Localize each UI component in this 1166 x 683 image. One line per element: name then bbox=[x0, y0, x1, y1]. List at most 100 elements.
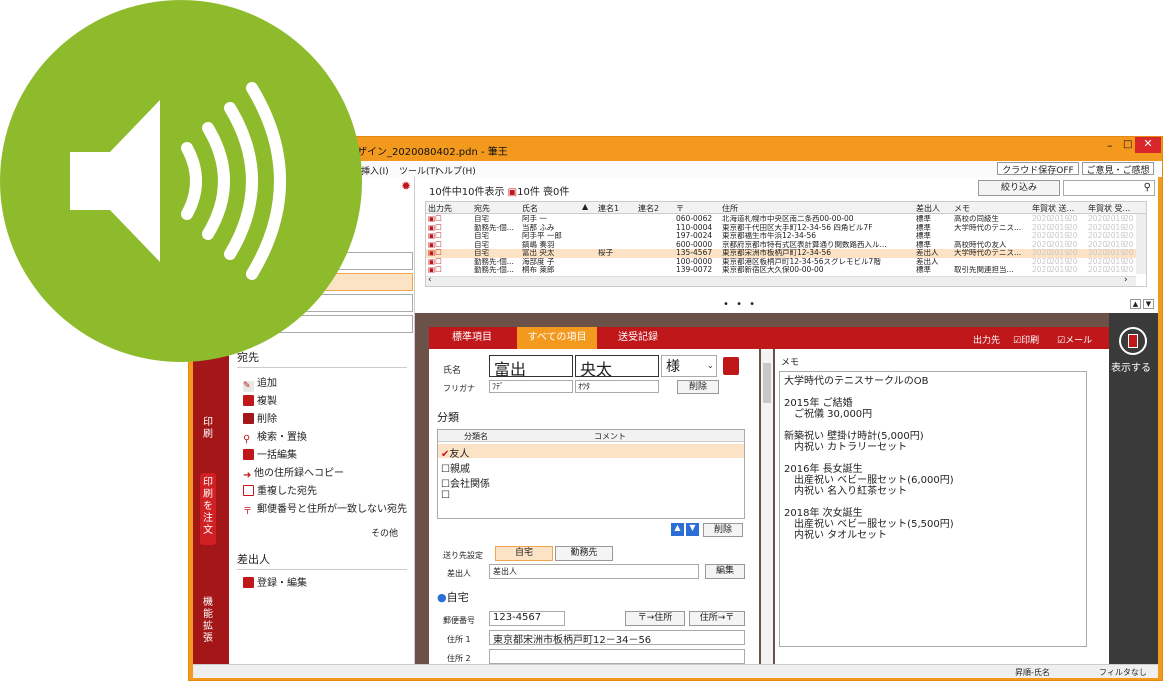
given-name-field[interactable]: 央太 bbox=[575, 355, 659, 379]
mail-check[interactable]: ☑メール bbox=[1057, 333, 1092, 346]
addr2-field[interactable] bbox=[489, 649, 745, 664]
feedback-button[interactable]: ご意見・ご感想 bbox=[1082, 162, 1154, 176]
tab-history[interactable]: 送受記録 bbox=[599, 327, 677, 349]
close-button[interactable]: ✕ bbox=[1135, 137, 1161, 153]
addr1-field[interactable]: 東京都宋洲市板柄戸町12－34－56 bbox=[489, 630, 745, 646]
row-sender: 標準 bbox=[916, 232, 931, 240]
sidebar-item-duplicates[interactable]: 重複した宛先 bbox=[243, 482, 317, 497]
bunrui-item-company[interactable]: ☐会社関係 bbox=[438, 474, 744, 490]
search-input[interactable]: ⚲ bbox=[1063, 180, 1155, 196]
scroll-left-icon[interactable]: ‹ bbox=[428, 275, 432, 285]
row-year: 2019 bbox=[1050, 240, 1070, 249]
table-row[interactable]: ▣☐ 自宅 富出 央太 桜子 135-4567 東京都宋洲市板柄戸町12-34-56 差出人… bbox=[426, 249, 1136, 258]
sidebar-item-label: 複製 bbox=[257, 396, 277, 407]
table-row[interactable]: ▣☐ 勤務先-個... 桐布 萊郎 139-0072 東京都新宿区大久保00-00-00… bbox=[426, 266, 1136, 275]
send-home-button[interactable]: 自宅 bbox=[495, 546, 553, 561]
sidebar-item-sender-edit[interactable]: 登録・編集 bbox=[243, 574, 307, 589]
print-check[interactable]: ☑印刷 bbox=[1013, 333, 1039, 346]
sidebar-item-mismatch[interactable]: 〒郵便番号と住所が一致しない宛先 bbox=[243, 500, 407, 517]
output-label: 出力先 bbox=[973, 336, 1001, 346]
sidebar-item-copy[interactable]: ➜ 他の住所録へコピー bbox=[243, 464, 344, 481]
sidebar-item-bulk-edit[interactable]: 一括編集 bbox=[243, 446, 297, 461]
sonota-link[interactable]: その他 bbox=[371, 526, 398, 539]
filter-button[interactable]: 絞り込み bbox=[978, 180, 1060, 196]
delete-button[interactable]: 削除 bbox=[677, 380, 719, 394]
col-renmei2[interactable]: 連名2 bbox=[638, 203, 659, 214]
move-up-button[interactable]: ▲ bbox=[671, 523, 684, 536]
table-row[interactable]: ▣☐ 自宅 鎬嶋 奏羽 600-0000 京都府京都市特有式区表計算通り関数路西入ル..… bbox=[426, 241, 1136, 250]
row-addr: 東京都港区板柄戸町12-34-56スグレモビル7階 bbox=[722, 257, 881, 266]
table-hscroll[interactable]: ‹ › bbox=[426, 275, 1136, 286]
col-output[interactable]: 出力先 bbox=[428, 203, 452, 214]
cloud-save-button[interactable]: クラウド保存OFF bbox=[997, 162, 1079, 176]
row-year: 2020 bbox=[1088, 232, 1108, 240]
tab-order-print[interactable]: 印刷を注文 bbox=[200, 473, 216, 545]
sidebar-item-delete[interactable]: 削除 bbox=[243, 410, 277, 425]
sidebar-item-search-replace[interactable]: ⚲ 検索・置換 bbox=[243, 428, 307, 445]
menu-help[interactable]: ヘルプ(H) bbox=[435, 164, 476, 177]
table-scrollbar[interactable] bbox=[1136, 214, 1146, 274]
sidebar-item-label: 検索・置換 bbox=[257, 432, 307, 443]
col-name[interactable]: 氏名 bbox=[522, 203, 538, 214]
memo-line: 内祝い カトラリーセット bbox=[794, 442, 908, 453]
duplicate-icon bbox=[243, 395, 254, 406]
menu-tools[interactable]: ツール(T) bbox=[399, 164, 439, 177]
tab-all-items[interactable]: すべての項目 bbox=[517, 327, 597, 349]
zip-to-addr-button[interactable]: 〒→住所 bbox=[625, 611, 685, 626]
addr-to-zip-button[interactable]: 住所→〒 bbox=[689, 611, 745, 626]
row-name: 海部度 子 bbox=[522, 257, 555, 266]
col-dest[interactable]: 宛先 bbox=[474, 203, 490, 214]
move-down-button[interactable]: ▼ bbox=[686, 523, 699, 536]
sidebar-item-duplicate[interactable]: 複製 bbox=[243, 392, 277, 407]
maximize-button[interactable]: □ bbox=[1123, 139, 1132, 150]
furigana-label: フリガナ bbox=[443, 384, 475, 393]
col-nenga-send[interactable]: 年賀状 送... bbox=[1032, 203, 1086, 214]
sender-edit-button[interactable]: 編集 bbox=[705, 564, 745, 579]
memo-textarea[interactable]: 大学時代のテニスサークルのOB 2015年 ご結婚 ご祝儀 30,000円 新築祝い … bbox=[779, 371, 1087, 647]
panel-down-button[interactable]: ▼ bbox=[1143, 299, 1154, 309]
display-toggle-button[interactable] bbox=[1119, 327, 1147, 355]
sender-select[interactable]: 差出人 bbox=[489, 564, 699, 579]
form-scroll-thumb[interactable] bbox=[763, 363, 771, 403]
form-scrollbar[interactable] bbox=[761, 349, 773, 674]
table-row[interactable]: ▣☐ 自宅 阿手 一 060-0062 北海道札幌市中央区南二条西00-00-00 標準 高… bbox=[426, 215, 1136, 224]
row-year: 2019 bbox=[1050, 249, 1070, 257]
tab-extensions[interactable]: 機能拡張 bbox=[200, 597, 216, 645]
tab-print[interactable]: 印刷 bbox=[200, 417, 216, 441]
scroll-right-icon[interactable]: › bbox=[1124, 275, 1128, 285]
table-row[interactable]: ▣☐ 勤務先-個... 海部度 子 100-0000 東京都港区板柄戸町12-34-56… bbox=[426, 258, 1136, 267]
row-sender: 標準 bbox=[916, 266, 931, 274]
table-row[interactable]: ▣☐ 勤務先-個... 当那 ふみ 110-0004 東京都千代田区大手町12-34-5… bbox=[426, 224, 1136, 233]
bunrui-item-friend[interactable]: ✔友人 bbox=[438, 444, 744, 460]
col-renmei1[interactable]: 連名1 bbox=[598, 203, 619, 214]
surname-field[interactable]: 富出 bbox=[489, 355, 573, 379]
sidebar-item-label: 他の住所録へコピー bbox=[254, 468, 344, 479]
minimize-button[interactable]: – bbox=[1107, 139, 1113, 152]
address-card-icon[interactable] bbox=[723, 357, 739, 375]
row-dest: 自宅 bbox=[474, 240, 489, 249]
row-output: ▣☐ bbox=[428, 240, 442, 249]
furigana-given[interactable]: ｵｳﾀ bbox=[575, 380, 659, 393]
bunrui-delete-button[interactable]: 削除 bbox=[703, 523, 743, 537]
gear-icon[interactable]: ✹ bbox=[401, 179, 411, 193]
col-nenga-recv[interactable]: 年賀状 受... bbox=[1088, 203, 1140, 214]
bunrui-item-empty[interactable]: ☐ bbox=[438, 489, 744, 503]
mail-check-label: メール bbox=[1065, 336, 1093, 346]
panel-up-button[interactable]: ▲ bbox=[1130, 299, 1141, 309]
tab-standard[interactable]: 標準項目 bbox=[429, 327, 515, 349]
send-work-button[interactable]: 勤務先 bbox=[555, 546, 613, 561]
sender-icon bbox=[243, 577, 254, 588]
col-sender[interactable]: 差出人 bbox=[916, 203, 940, 214]
splitter-dots[interactable]: • • • bbox=[723, 299, 757, 310]
table-row[interactable]: ▣☐ 自宅 阿手平 一郎 197-0024 東京都福生市牛浜12-34-56 標準 2020… bbox=[426, 232, 1136, 241]
col-zip[interactable]: 〒 bbox=[676, 203, 684, 214]
sidebar-item-add[interactable]: ✎ 追加 bbox=[243, 374, 277, 392]
col-memo[interactable]: メモ bbox=[954, 203, 970, 214]
menu-insert[interactable]: 挿入(I) bbox=[361, 164, 389, 177]
zip-field[interactable]: 123-4567 bbox=[489, 611, 565, 626]
col-addr[interactable]: 住所 bbox=[722, 203, 738, 214]
row-year: 20 bbox=[1068, 257, 1078, 266]
bunrui-item-relative[interactable]: ☐親戚 bbox=[438, 459, 744, 475]
furigana-surname[interactable]: ﾌﾃﾞ bbox=[489, 380, 573, 393]
filter-status: フィルタなし bbox=[1099, 668, 1147, 677]
